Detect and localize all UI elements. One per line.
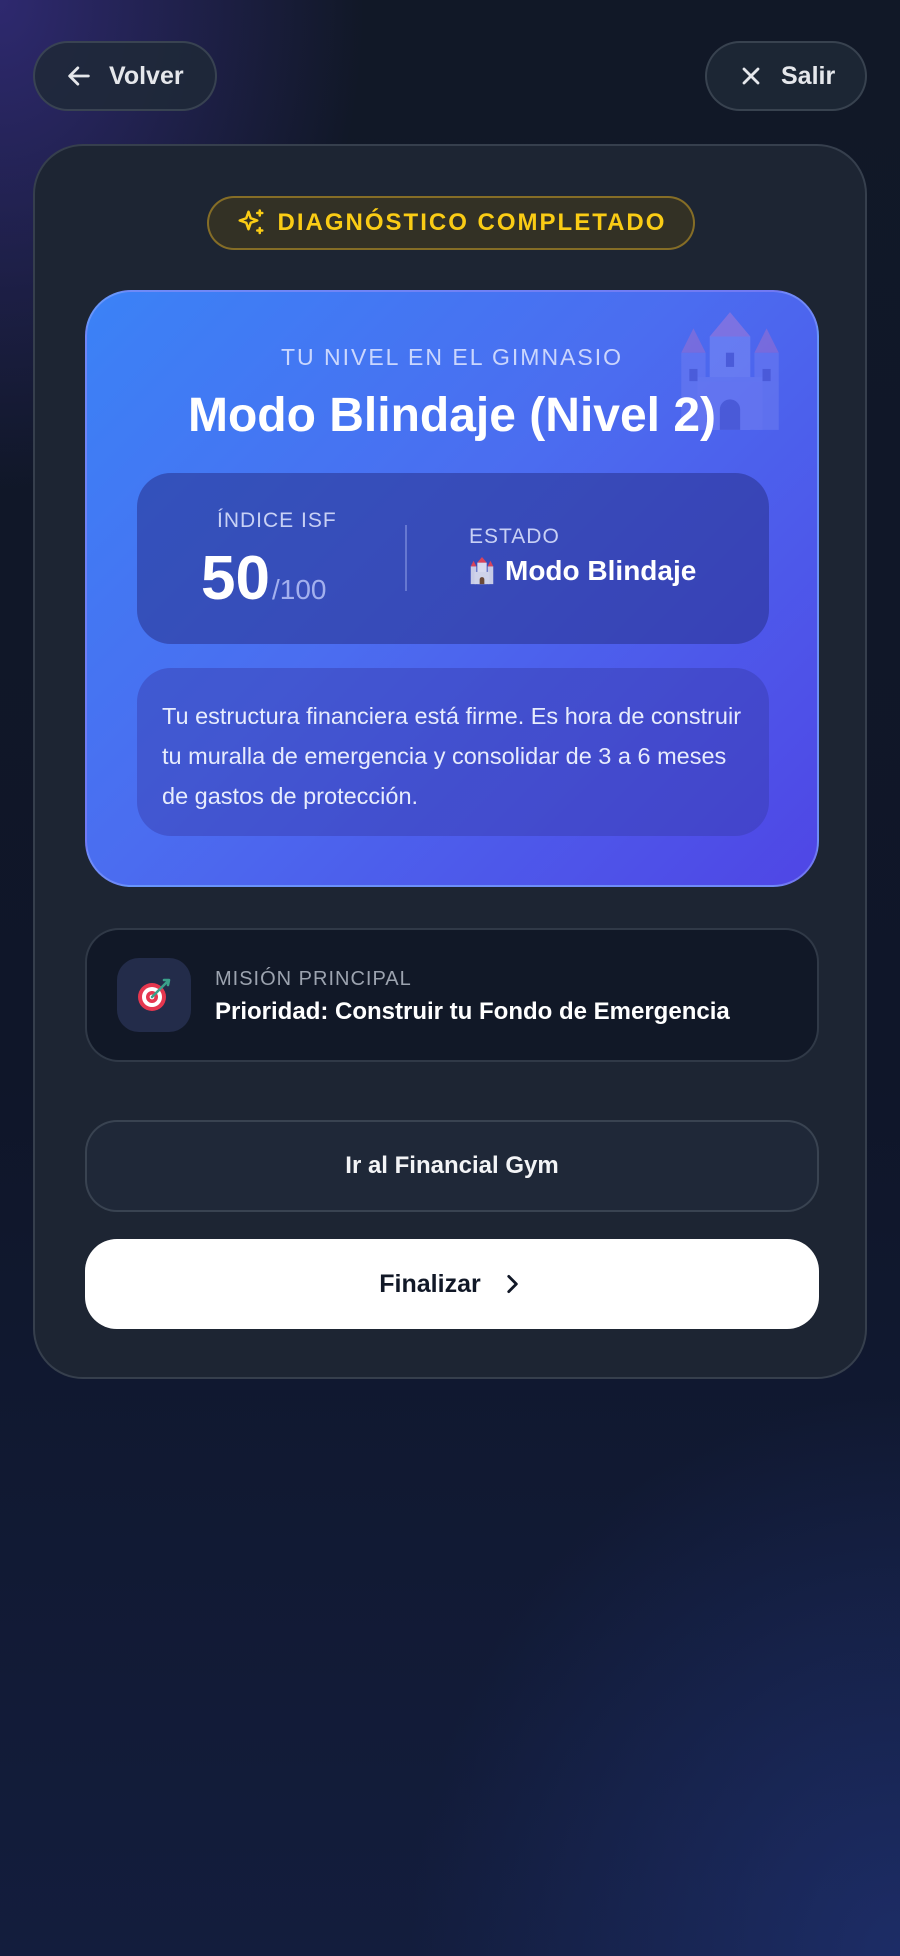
isf-max: /100 [271,574,327,605]
exit-button[interactable]: Salir [705,41,867,111]
mission-icon-tile [117,958,191,1032]
financial-gym-button[interactable]: Ir al Financial Gym [85,1120,819,1212]
mission-card: MISIÓN PRINCIPAL Prioridad: Construir tu… [85,928,819,1062]
level-eyebrow: TU NIVEL EN EL GIMNASIO [280,344,624,370]
level-card: TU NIVEL EN EL GIMNASIO Modo Blindaje (N… [85,290,819,887]
isf-value: 50 [201,544,270,613]
result-panel: DIAGNÓSTICO COMPLETADO TU NIVEL EN EL GI… [33,144,867,1379]
estado-label: ESTADO [469,525,560,548]
stats-box: ÍNDICE ISF 50 /100 ESTADO Modo Blindaje [137,473,769,644]
castle-icon [470,556,494,585]
finish-button[interactable]: Finalizar [85,1239,819,1329]
level-title: Modo Blindaje (Nivel 2) [187,389,717,442]
isf-label: ÍNDICE ISF [217,509,337,532]
target-icon [138,978,171,1011]
finish-button-label: Finalizar [379,1269,481,1298]
diagnostic-badge-label: DIAGNÓSTICO COMPLETADO [277,209,667,236]
estado-status: Modo Blindaje [467,555,696,587]
sparkles-icon [238,209,264,235]
arrow-left-icon [68,66,90,86]
mission-text: Prioridad: Construir tu Fondo de Emergen… [215,998,730,1025]
exit-button-label: Salir [781,61,836,90]
back-button[interactable]: Volver [33,41,217,111]
chevron-right-icon [507,1275,518,1293]
estado-value: Modo Blindaje [505,555,697,586]
financial-gym-button-label: Ir al Financial Gym [345,1152,559,1179]
diagnostic-completed-badge: DIAGNÓSTICO COMPLETADO [207,196,695,250]
mission-label: MISIÓN PRINCIPAL [215,968,412,990]
close-icon [742,67,760,85]
level-description: Tu estructura financiera está firme. Es … [137,668,769,836]
stats-divider [405,525,407,591]
isf-score: 50 /100 [201,543,326,614]
back-button-label: Volver [109,61,184,90]
